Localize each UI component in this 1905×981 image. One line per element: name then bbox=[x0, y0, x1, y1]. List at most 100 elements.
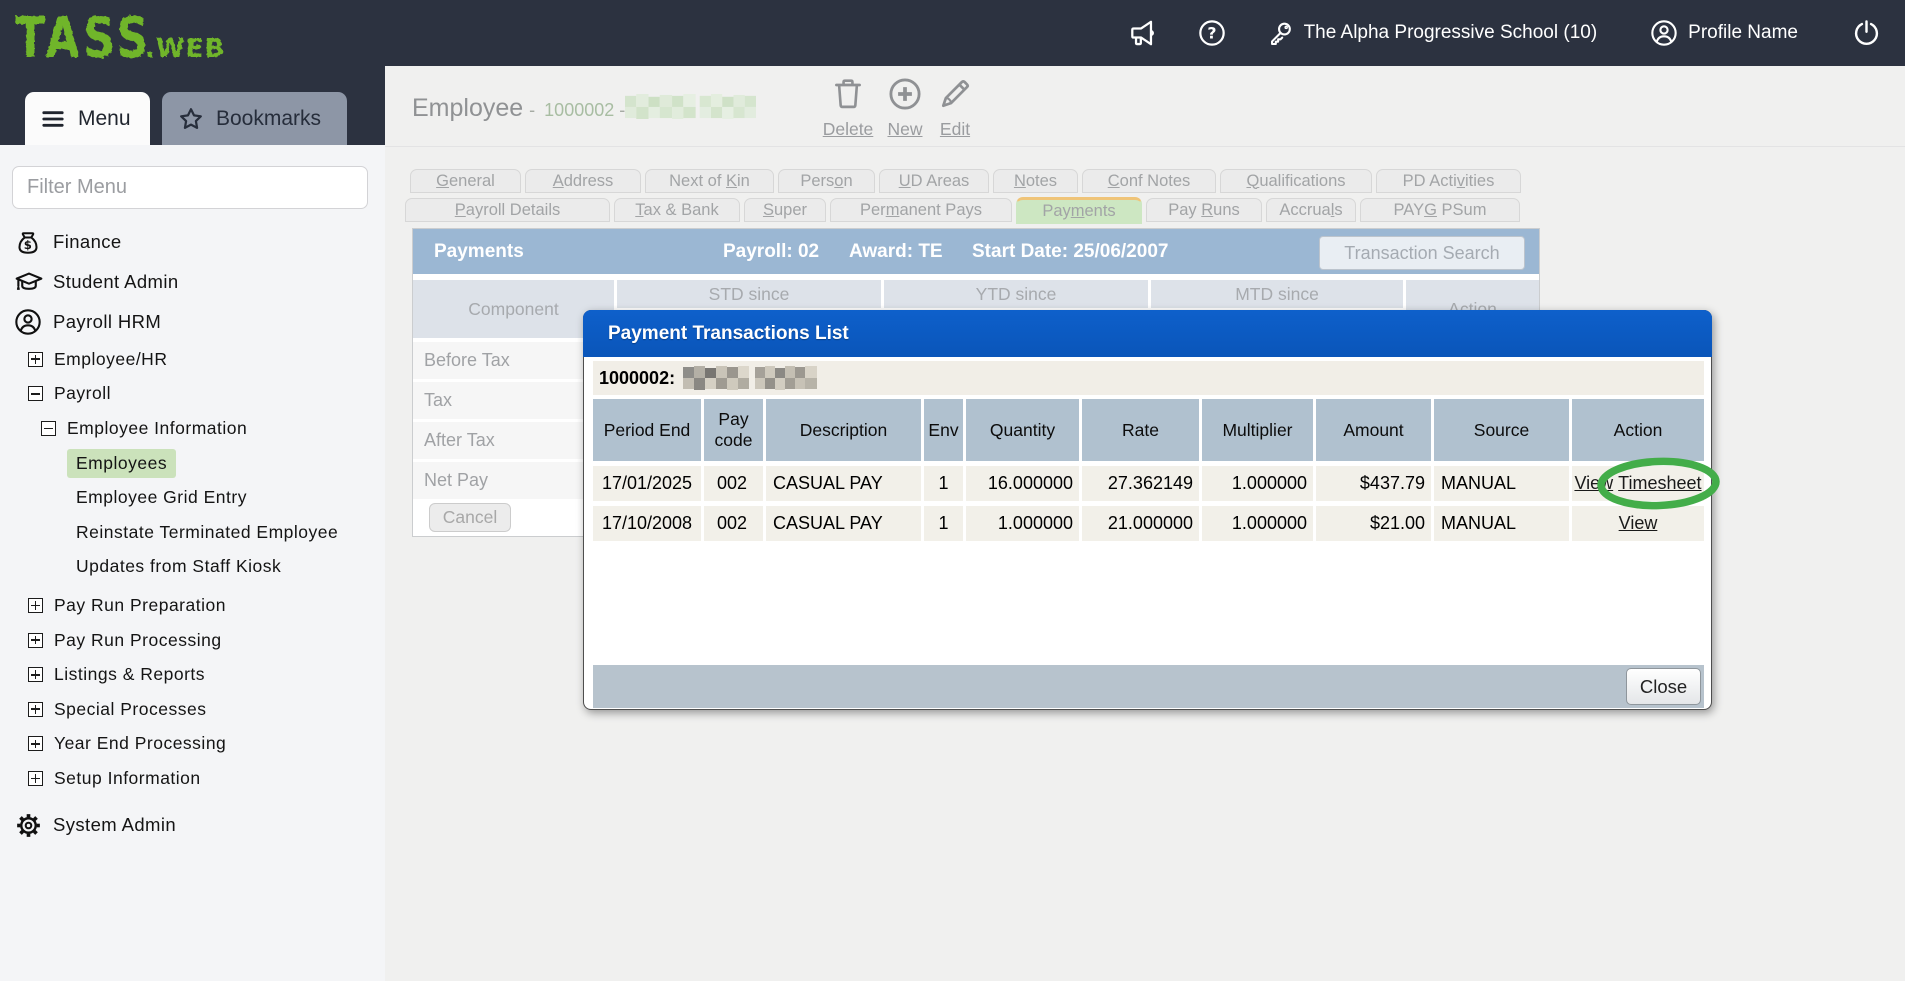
expand-plus-icon[interactable] bbox=[28, 352, 43, 367]
cell-action: View Timesheet bbox=[1572, 466, 1704, 501]
cell-amount: $21.00 bbox=[1316, 506, 1431, 541]
cell-text: Rate bbox=[1122, 420, 1159, 441]
cell-text: Quantity bbox=[990, 420, 1055, 441]
sidebar-item-payroll[interactable]: Payroll bbox=[0, 377, 385, 412]
sidebar-item-system-admin[interactable]: System Admin bbox=[0, 805, 385, 845]
payments-panel-header: Payments Payroll: 02 Award: TE Start Dat… bbox=[413, 229, 1539, 274]
edit-label: Edit bbox=[920, 119, 990, 140]
profile-icon[interactable] bbox=[1650, 19, 1678, 47]
cancel-button[interactable]: Cancel bbox=[429, 503, 511, 532]
view-link[interactable]: View bbox=[1574, 473, 1613, 494]
sidebar-item-label: Payroll HRM bbox=[53, 311, 161, 333]
expand-plus-icon[interactable] bbox=[28, 633, 43, 648]
sidebar-item-listings-reports[interactable]: Listings & Reports bbox=[0, 657, 385, 692]
sidebar-item-student-admin[interactable]: Student Admin bbox=[0, 262, 385, 302]
sidebar-item-payroll-hrm[interactable]: Payroll HRM bbox=[0, 302, 385, 342]
cell-quantity: 1.000000 bbox=[966, 506, 1079, 541]
tab-label: General bbox=[436, 172, 495, 191]
money-bag-icon: $ bbox=[14, 228, 42, 256]
tab-label-part: PAY bbox=[1394, 201, 1425, 219]
expand-plus-icon[interactable] bbox=[28, 702, 43, 717]
tab-accruals[interactable]: Accruals bbox=[1266, 198, 1356, 222]
tab-payroll-details[interactable]: Payroll Details bbox=[405, 198, 610, 222]
profile-name[interactable]: Profile Name bbox=[1688, 22, 1798, 44]
sidebar-item-updates-from-staff-kiosk[interactable]: Updates from Staff Kiosk bbox=[0, 550, 385, 585]
school-name[interactable]: The Alpha Progressive School (10) bbox=[1304, 22, 1598, 44]
cell-text: CASUAL PAY bbox=[773, 473, 883, 494]
timesheet-link[interactable]: Timesheet bbox=[1618, 473, 1701, 494]
tab-address[interactable]: Address bbox=[525, 169, 641, 193]
cell-amount: $437.79 bbox=[1316, 466, 1431, 501]
collapse-minus-icon[interactable] bbox=[28, 386, 43, 401]
tab-accesskey-letter: Q bbox=[1246, 172, 1259, 190]
expand-plus-icon[interactable] bbox=[28, 771, 43, 786]
help-icon[interactable]: ? bbox=[1198, 19, 1226, 47]
sidebar-item-reinstate-terminated-employee[interactable]: Reinstate Terminated Employee bbox=[0, 515, 385, 550]
collapse-minus-icon[interactable] bbox=[41, 421, 56, 436]
pencil-icon bbox=[937, 99, 973, 116]
sidebar-item-label: Special Processes bbox=[54, 699, 206, 720]
tab-accesskey-letter: U bbox=[899, 172, 911, 190]
tab-bookmarks[interactable]: Bookmarks bbox=[162, 92, 347, 145]
trash-icon bbox=[831, 99, 865, 116]
cell-text: 21.000000 bbox=[1108, 513, 1193, 534]
filter-menu-input[interactable] bbox=[12, 166, 368, 209]
sidebar-item-setup-information[interactable]: Setup Information bbox=[0, 761, 385, 796]
tab-qualifications[interactable]: Qualifications bbox=[1220, 169, 1372, 193]
tab-label: Payments bbox=[1042, 202, 1115, 221]
tab-notes[interactable]: Notes bbox=[993, 169, 1078, 193]
cell-pay-code: 002 bbox=[704, 506, 763, 541]
tab-general[interactable]: General bbox=[410, 169, 521, 193]
announcements-icon[interactable] bbox=[1127, 17, 1160, 49]
tab-label-part: s bbox=[1334, 201, 1342, 219]
sidebar-item-employee-hr[interactable]: Employee/HR bbox=[0, 342, 385, 377]
close-button[interactable]: Close bbox=[1626, 668, 1701, 705]
sidebar-item-employees[interactable]: Employees bbox=[0, 446, 385, 481]
cell-text: Period End bbox=[604, 420, 691, 441]
tab-super[interactable]: Super bbox=[744, 198, 826, 222]
tab-accesskey-letter: P bbox=[455, 201, 466, 219]
expand-plus-icon[interactable] bbox=[28, 736, 43, 751]
sidebar-item-year-end-processing[interactable]: Year End Processing bbox=[0, 727, 385, 762]
tab-tax-bank[interactable]: Tax & Bank bbox=[614, 198, 740, 222]
col-header-description: Description bbox=[766, 399, 921, 461]
sidebar-item-employee-grid-entry[interactable]: Employee Grid Entry bbox=[0, 480, 385, 515]
cell-text: MANUAL bbox=[1441, 513, 1516, 534]
logout-icon[interactable] bbox=[1852, 18, 1881, 48]
tab-label-part: onf Notes bbox=[1120, 172, 1191, 190]
tab-next-of-kin[interactable]: Next of Kin bbox=[645, 169, 774, 193]
sidebar-item-pay-run-processing[interactable]: Pay Run Processing bbox=[0, 623, 385, 658]
tab-menu[interactable]: Menu bbox=[25, 92, 150, 145]
tab-label: Address bbox=[553, 172, 614, 191]
transaction-search-button[interactable]: Transaction Search bbox=[1319, 236, 1525, 270]
sidebar-item-label: Payroll bbox=[54, 383, 111, 404]
edit-button[interactable]: Edit bbox=[920, 76, 990, 140]
tab-pay-runs[interactable]: Pay Runs bbox=[1146, 198, 1262, 222]
expand-plus-icon[interactable] bbox=[28, 667, 43, 682]
tab-payments[interactable]: Payments bbox=[1016, 197, 1142, 224]
tab-payg-psum[interactable]: PAYG PSum bbox=[1360, 198, 1520, 222]
sidebar-item-employee-information[interactable]: Employee Information bbox=[0, 411, 385, 446]
cell-text: Pay code bbox=[712, 409, 756, 451]
cell-text: Amount bbox=[1343, 420, 1403, 441]
sidebar-item-label: Employees bbox=[67, 449, 176, 478]
tab-conf-notes[interactable]: Conf Notes bbox=[1082, 169, 1216, 193]
header-divider bbox=[385, 146, 1905, 147]
key-icon[interactable] bbox=[1266, 18, 1294, 49]
view-link[interactable]: View bbox=[1619, 513, 1658, 534]
sidebar-item-special-processes[interactable]: Special Processes bbox=[0, 692, 385, 727]
cell-text: Tax bbox=[424, 390, 452, 411]
sidebar-item-finance[interactable]: $ Finance bbox=[0, 222, 385, 262]
tab-permanent-pays[interactable]: Permanent Pays bbox=[830, 198, 1012, 222]
expand-plus-icon[interactable] bbox=[28, 598, 43, 613]
col-header-quantity: Quantity bbox=[966, 399, 1079, 461]
sidebar-item-label: Setup Information bbox=[54, 768, 201, 789]
tab-accesskey-letter: m bbox=[886, 201, 900, 219]
tab-person[interactable]: Person bbox=[778, 169, 875, 193]
tab-ud-areas[interactable]: UD Areas bbox=[879, 169, 989, 193]
tab-label: Super bbox=[763, 201, 807, 220]
tab-label-part: anent Pays bbox=[899, 201, 982, 219]
sidebar-item-pay-run-preparation[interactable]: Pay Run Preparation bbox=[0, 588, 385, 623]
col-header-env: Env bbox=[924, 399, 963, 461]
tab-pd-activities[interactable]: PD Activities bbox=[1376, 169, 1521, 193]
